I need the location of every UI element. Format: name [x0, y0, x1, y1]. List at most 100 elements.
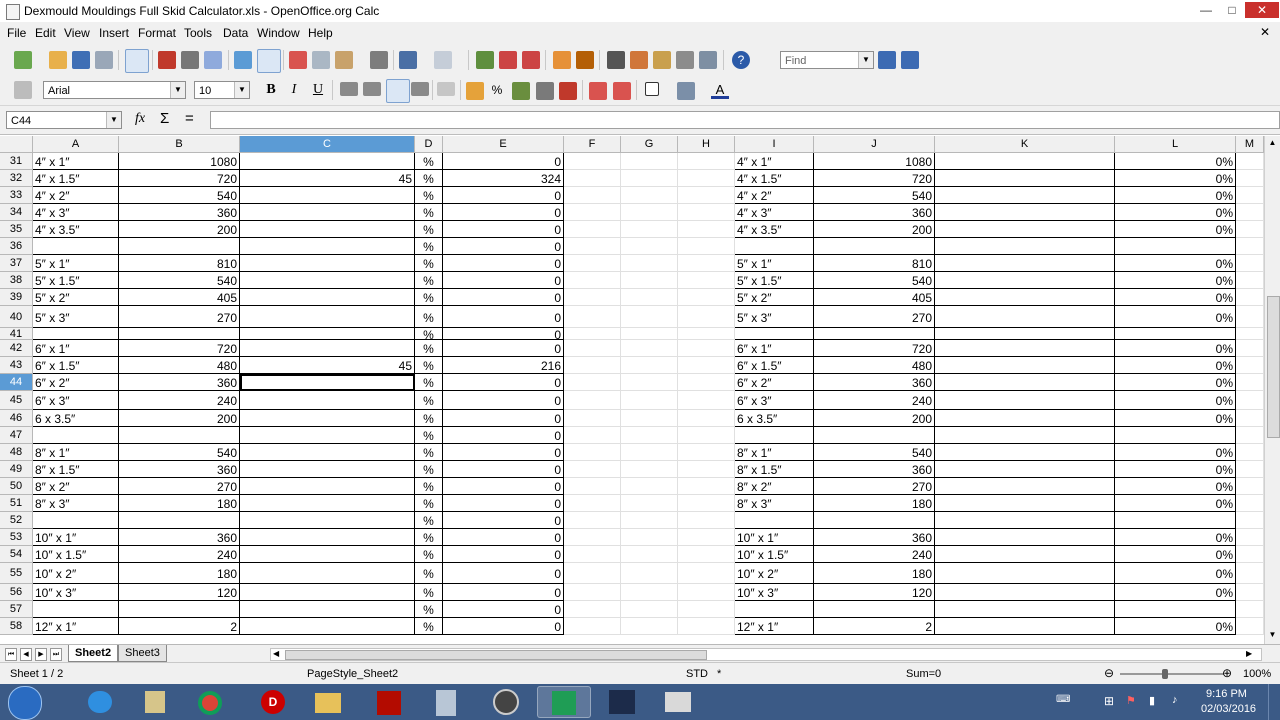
- row-header[interactable]: 37: [0, 255, 33, 272]
- cell-a33[interactable]: 4″ x 2″: [33, 187, 119, 204]
- cell-g36[interactable]: [621, 238, 678, 255]
- show-draw-functions-icon[interactable]: [576, 51, 594, 69]
- cell-b45[interactable]: 240: [119, 391, 240, 410]
- page-style[interactable]: PageStyle_Sheet2: [307, 668, 398, 680]
- cell-g31[interactable]: [621, 153, 678, 170]
- cell-f53[interactable]: [564, 529, 621, 546]
- function-equals-icon[interactable]: =: [185, 110, 194, 127]
- start-orb-icon[interactable]: [8, 686, 42, 720]
- cell-e50[interactable]: 0: [443, 478, 564, 495]
- cell-k32[interactable]: [935, 170, 1115, 187]
- cell-e38[interactable]: 0: [443, 272, 564, 289]
- cell-k45[interactable]: [935, 391, 1115, 410]
- cell-b39[interactable]: 405: [119, 289, 240, 306]
- cell-j38[interactable]: 540: [814, 272, 935, 289]
- cell-k34[interactable]: [935, 204, 1115, 221]
- zoom-out-icon[interactable]: ⊖: [1104, 666, 1114, 680]
- cell-d41[interactable]: %: [415, 328, 443, 340]
- cell-e36[interactable]: 0: [443, 238, 564, 255]
- cell-a36[interactable]: [33, 238, 119, 255]
- cell-f34[interactable]: [564, 204, 621, 221]
- cell-i38[interactable]: 5″ x 1.5″: [735, 272, 814, 289]
- cell-g57[interactable]: [621, 601, 678, 618]
- cell-b58[interactable]: 2: [119, 618, 240, 635]
- cell-g37[interactable]: [621, 255, 678, 272]
- cell-g58[interactable]: [621, 618, 678, 635]
- cell-d52[interactable]: %: [415, 512, 443, 529]
- vertical-scrollbar[interactable]: ▲ ▼: [1264, 136, 1280, 644]
- horizontal-scroll-thumb[interactable]: [285, 650, 707, 660]
- clone-formatting-icon[interactable]: [370, 51, 388, 69]
- folder-icon[interactable]: [301, 686, 355, 718]
- cell-g32[interactable]: [621, 170, 678, 187]
- cell-k40[interactable]: [935, 306, 1115, 328]
- column-header-f[interactable]: F: [564, 136, 621, 153]
- chevron-down-icon[interactable]: ▼: [170, 82, 185, 98]
- cell-m37[interactable]: [1236, 255, 1264, 272]
- cell-a34[interactable]: 4″ x 3″: [33, 204, 119, 221]
- column-header-b[interactable]: B: [119, 136, 240, 153]
- chrome-icon[interactable]: [183, 686, 237, 718]
- cell-d32[interactable]: %: [415, 170, 443, 187]
- font-size-box[interactable]: 10 ▼: [194, 81, 250, 99]
- delete-decimal-icon[interactable]: [559, 82, 577, 100]
- row-header[interactable]: 44: [0, 374, 33, 391]
- cell-g45[interactable]: [621, 391, 678, 410]
- cell-l49[interactable]: 0%: [1115, 461, 1236, 478]
- cell-h40[interactable]: [678, 306, 735, 328]
- cell-a58[interactable]: 12″ x 1″: [33, 618, 119, 635]
- cell-c51[interactable]: [240, 495, 415, 512]
- cell-i57[interactable]: [735, 601, 814, 618]
- cell-c57[interactable]: [240, 601, 415, 618]
- cell-c34[interactable]: [240, 204, 415, 221]
- cell-d50[interactable]: %: [415, 478, 443, 495]
- cell-a38[interactable]: 5″ x 1.5″: [33, 272, 119, 289]
- cell-d31[interactable]: %: [415, 153, 443, 170]
- cell-f46[interactable]: [564, 410, 621, 427]
- cell-b54[interactable]: 240: [119, 546, 240, 563]
- cell-k54[interactable]: [935, 546, 1115, 563]
- scroll-right-icon[interactable]: ▶: [1246, 649, 1256, 658]
- cell-c33[interactable]: [240, 187, 415, 204]
- cell-m43[interactable]: [1236, 357, 1264, 374]
- cell-f39[interactable]: [564, 289, 621, 306]
- cell-h33[interactable]: [678, 187, 735, 204]
- cell-m42[interactable]: [1236, 340, 1264, 357]
- print-icon[interactable]: [181, 51, 199, 69]
- sheet-tab-sheet2[interactable]: Sheet2: [68, 645, 119, 662]
- cell-j41[interactable]: [814, 328, 935, 340]
- cell-g54[interactable]: [621, 546, 678, 563]
- cell-l57[interactable]: [1115, 601, 1236, 618]
- cell-l40[interactable]: 0%: [1115, 306, 1236, 328]
- column-header-k[interactable]: K: [935, 136, 1115, 153]
- cell-a55[interactable]: 10″ x 2″: [33, 563, 119, 584]
- cell-h34[interactable]: [678, 204, 735, 221]
- name-box[interactable]: C44 ▼: [6, 111, 122, 129]
- align-center-icon[interactable]: [363, 82, 381, 96]
- cell-i45[interactable]: 6″ x 3″: [735, 391, 814, 410]
- cell-d49[interactable]: %: [415, 461, 443, 478]
- cell-m54[interactable]: [1236, 546, 1264, 563]
- cell-h39[interactable]: [678, 289, 735, 306]
- close-document-icon[interactable]: ✕: [1260, 25, 1270, 39]
- cell-l52[interactable]: [1115, 512, 1236, 529]
- bold-button[interactable]: B: [262, 81, 280, 99]
- cell-l46[interactable]: 0%: [1115, 410, 1236, 427]
- cell-d33[interactable]: %: [415, 187, 443, 204]
- cell-j32[interactable]: 720: [814, 170, 935, 187]
- cell-a52[interactable]: [33, 512, 119, 529]
- cell-m45[interactable]: [1236, 391, 1264, 410]
- cell-d40[interactable]: %: [415, 306, 443, 328]
- cell-e49[interactable]: 0: [443, 461, 564, 478]
- cell-c53[interactable]: [240, 529, 415, 546]
- cell-i40[interactable]: 5″ x 3″: [735, 306, 814, 328]
- cell-l45[interactable]: 0%: [1115, 391, 1236, 410]
- cell-h53[interactable]: [678, 529, 735, 546]
- cell-k35[interactable]: [935, 221, 1115, 238]
- cell-k51[interactable]: [935, 495, 1115, 512]
- new-document-icon[interactable]: [14, 51, 32, 69]
- cell-a42[interactable]: 6″ x 1″: [33, 340, 119, 357]
- windows-flag-icon[interactable]: ⊞: [1104, 694, 1114, 708]
- cell-b35[interactable]: 200: [119, 221, 240, 238]
- cell-h35[interactable]: [678, 221, 735, 238]
